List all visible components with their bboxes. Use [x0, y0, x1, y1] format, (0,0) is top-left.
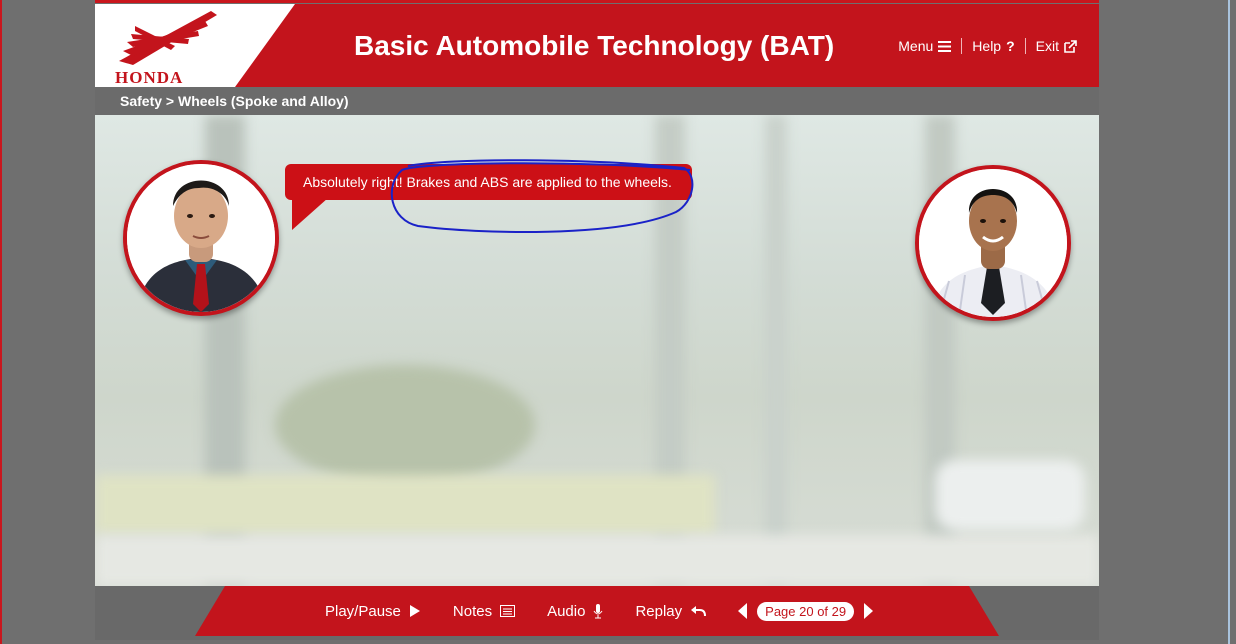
scene-area: Absolutely right! Brakes and ABS are app… — [95, 115, 1099, 586]
playback-controls: Play/Pause Notes Audio Replay Page 20 of… — [325, 586, 874, 636]
play-icon — [409, 605, 420, 617]
speech-bubble-tail — [292, 198, 328, 230]
menu-icon — [938, 40, 952, 52]
course-player: HONDA Basic Automobile Technology (BAT) … — [95, 4, 1099, 640]
background-tree — [275, 365, 535, 485]
brand-name: HONDA — [115, 68, 184, 87]
avatar-learner — [915, 165, 1071, 321]
help-icon: ? — [1006, 38, 1015, 54]
footer-bar: Play/Pause Notes Audio Replay Page 20 of… — [95, 586, 1099, 640]
exit-label: Exit — [1035, 38, 1059, 54]
help-label: Help — [972, 38, 1002, 54]
scrollbar-edge — [1228, 0, 1230, 644]
exit-button[interactable]: Exit — [1026, 38, 1087, 54]
prev-arrow-icon[interactable] — [738, 603, 748, 619]
student-portrait — [919, 169, 1067, 317]
play-pause-button[interactable]: Play/Pause — [325, 603, 421, 620]
replay-icon — [691, 606, 707, 617]
notes-icon — [500, 605, 516, 617]
page-indicator: Page 20 of 29 — [757, 601, 855, 621]
avatar-presenter — [123, 160, 279, 316]
menu-button[interactable]: Menu — [888, 38, 961, 54]
replay-button[interactable]: Replay — [635, 602, 707, 620]
left-margin — [0, 0, 95, 644]
background-car — [935, 460, 1085, 530]
notes-button[interactable]: Notes — [452, 602, 516, 620]
help-button[interactable]: Help ? — [962, 38, 1024, 54]
blue-circle-annotation — [390, 159, 694, 234]
audio-button[interactable]: Audio — [547, 603, 603, 620]
microphone-icon — [594, 603, 603, 618]
pager: Page 20 of 29 — [738, 601, 874, 621]
header-bar: HONDA Basic Automobile Technology (BAT) … — [95, 4, 1099, 87]
businessman-portrait — [127, 164, 275, 312]
honda-wing-logo — [119, 11, 217, 65]
menu-label: Menu — [898, 38, 934, 54]
breadcrumb: Safety > Wheels (Spoke and Alloy) — [95, 87, 1099, 115]
exit-icon — [1064, 39, 1077, 53]
replay-label: Replay — [635, 602, 683, 620]
page-title: Basic Automobile Technology (BAT) — [354, 30, 835, 61]
audio-label: Audio — [547, 602, 586, 620]
background-window-right — [765, 115, 787, 586]
right-margin — [1099, 0, 1236, 644]
notes-label: Notes — [452, 602, 493, 620]
next-arrow-icon[interactable] — [864, 603, 874, 619]
top-nav: Menu Help ? Exit — [888, 38, 1087, 54]
window-top-border — [0, 0, 1236, 3]
play-pause-label: Play/Pause — [325, 602, 401, 620]
background-floor — [95, 535, 1099, 586]
background-lawn — [95, 475, 715, 535]
